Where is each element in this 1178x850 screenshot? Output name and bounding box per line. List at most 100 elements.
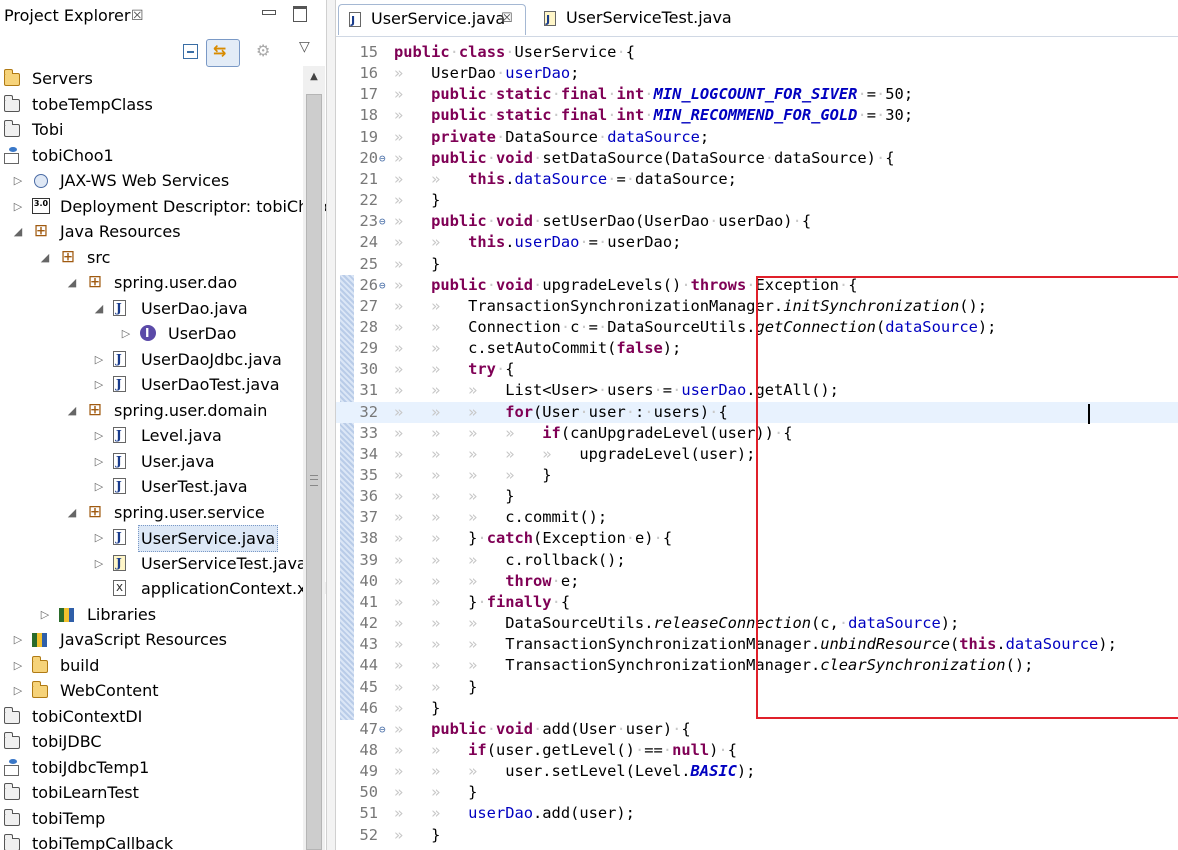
collapsed-arrow-icon[interactable]: ▷ [12, 168, 24, 193]
expanded-arrow-icon[interactable]: ◢ [93, 296, 105, 321]
line-number: 52 [359, 825, 378, 844]
fold-toggle-icon[interactable]: ⊖ [379, 719, 386, 740]
code-line[interactable]: 23 ⊖» public·void·setUserDao(UserDao·user… [336, 211, 1178, 232]
code-line[interactable]: 16 » UserDao·userDao; [336, 63, 1178, 84]
code-line[interactable]: 21» » this.dataSource·=·dataSource; [336, 169, 1178, 190]
collapsed-arrow-icon[interactable]: ▷ [93, 525, 105, 550]
code-text: » » if(user.getLevel()·==·null)·{ [394, 740, 737, 761]
tab-userservice-java[interactable]: UserService.java ☒ [338, 4, 526, 35]
code-token: . [505, 233, 515, 252]
collapsed-arrow-icon[interactable]: ▷ [12, 627, 24, 652]
code-token: } [431, 825, 441, 844]
collapsed-arrow-icon[interactable]: ▷ [93, 449, 105, 474]
code-token: » » » [394, 487, 506, 506]
code-line[interactable]: 52 » } [336, 825, 1178, 846]
maximize-icon[interactable] [293, 6, 307, 22]
fold-toggle-icon[interactable]: ⊖ [379, 148, 386, 169]
expanded-arrow-icon[interactable]: ◢ [66, 270, 78, 295]
code-token: » » [394, 169, 469, 188]
link-with-editor-icon[interactable]: ⇆ [206, 39, 240, 67]
code-token: 30; [885, 106, 914, 125]
code-token: · [857, 106, 867, 125]
code-line[interactable]: 24» » this.userDao·=·userDao; [336, 232, 1178, 253]
tree-item-label: build [60, 655, 100, 675]
code-token: · [551, 85, 561, 104]
scrollbar-thumb[interactable] [306, 94, 322, 850]
code-token: users [607, 381, 654, 400]
code-token: » [394, 825, 432, 844]
close-icon[interactable]: ☒ [501, 5, 513, 33]
grip-icon [310, 475, 318, 486]
expanded-arrow-icon[interactable]: ◢ [66, 500, 78, 525]
code-line[interactable]: 17» public·static·final·int·MIN_LOGCOUNT… [336, 84, 1178, 105]
code-text: » » userDao.add(user); [394, 803, 635, 824]
tree-item-label: UserDaoTest.java [141, 375, 280, 394]
collapsed-arrow-icon[interactable]: ▷ [93, 474, 105, 499]
highlight-annotation-box [756, 276, 1178, 719]
line-number: 44 [359, 656, 378, 675]
collapsed-arrow-icon[interactable]: ▷ [93, 551, 105, 576]
code-token: » » [394, 233, 469, 252]
code-text: » } [394, 190, 440, 211]
code-token: · [486, 85, 496, 104]
code-token: · [551, 106, 561, 125]
view-menu-icon[interactable]: ▽ [297, 39, 319, 63]
vertical-scrollbar[interactable]: ▲ [303, 66, 325, 850]
code-token: if [468, 740, 487, 759]
code-line[interactable]: 51 » » userDao.add(user); [336, 803, 1178, 824]
panel-splitter[interactable] [326, 0, 336, 850]
code-token: » » » » [394, 466, 543, 484]
code-line[interactable]: 49 » » » user.setLevel(Level.BASIC); [336, 761, 1178, 782]
code-token: · [681, 275, 691, 294]
tab-userservicetest-java[interactable]: UserServiceTest.java [534, 4, 732, 34]
code-token: · [625, 402, 635, 421]
collapsed-arrow-icon[interactable]: ▷ [93, 423, 105, 448]
collapsed-arrow-icon[interactable]: ▷ [120, 321, 132, 346]
libraries-icon [59, 607, 77, 622]
code-line[interactable]: 22 » } [336, 190, 1178, 211]
code-line[interactable]: 19» private·DataSource·dataSource; [336, 127, 1178, 148]
expanded-arrow-icon[interactable]: ◢ [66, 398, 78, 423]
close-icon[interactable]: ☒ [131, 8, 144, 24]
code-text: » » try·{ [394, 359, 515, 380]
code-token: upgradeLevels() [542, 275, 682, 294]
code-token: this [468, 233, 506, 252]
code-token: { [718, 402, 728, 421]
expanded-arrow-icon[interactable]: ◢ [39, 245, 51, 270]
collapsed-arrow-icon[interactable]: ▷ [93, 347, 105, 372]
code-line[interactable]: 25 » } [336, 254, 1178, 275]
focus-icon[interactable]: ⚙ [254, 41, 276, 63]
expanded-arrow-icon[interactable]: ◢ [12, 219, 24, 244]
code-text: » public·static·final·int·MIN_LOGCOUNT_F… [394, 84, 913, 105]
code-line[interactable]: 15 public·class·UserService·{ [336, 42, 1178, 63]
code-token: private [431, 127, 496, 146]
collapsed-arrow-icon[interactable]: ▷ [12, 678, 24, 703]
code-token: · [625, 169, 636, 188]
code-token: catch [486, 529, 534, 548]
code-token: » » » [394, 508, 506, 527]
collapsed-arrow-icon[interactable]: ▷ [93, 372, 105, 397]
scroll-up-arrow-icon[interactable]: ▲ [303, 66, 325, 88]
code-line[interactable]: 18» public·static·final·int·MIN_RECOMMEN… [336, 105, 1178, 126]
code-line[interactable]: 47 ⊖» public·void·add(User·user)·{ [336, 719, 1178, 740]
code-line[interactable]: 50 » » } [336, 782, 1178, 803]
code-line[interactable]: 20 ⊖» public·void·setDataSource(DataSourc… [336, 148, 1178, 169]
code-token: · [486, 212, 496, 231]
code-token: ); [662, 339, 682, 358]
code-token: { [885, 148, 895, 167]
code-token: UserDao [431, 64, 496, 83]
tree-item-label: UserDaoJdbc.java [141, 349, 282, 369]
collapsed-arrow-icon[interactable]: ▷ [12, 653, 24, 678]
collapse-all-icon[interactable] [180, 41, 202, 63]
minimize-icon[interactable] [262, 2, 276, 16]
project-explorer-tab[interactable]: Project Explorer ☒ [0, 0, 330, 33]
collapsed-arrow-icon[interactable]: ▷ [39, 602, 51, 627]
code-line[interactable]: 48 » » if(user.getLevel()·==·null)·{ [336, 740, 1178, 761]
fold-toggle-icon[interactable]: ⊖ [379, 211, 386, 232]
fold-toggle-icon[interactable]: ⊖ [379, 275, 386, 296]
code-token: user.setLevel(Level. [505, 762, 691, 781]
code-token: } [431, 698, 441, 717]
collapsed-arrow-icon[interactable]: ▷ [12, 194, 24, 219]
line-number: 38 [359, 529, 378, 548]
code-token: » [394, 85, 432, 104]
